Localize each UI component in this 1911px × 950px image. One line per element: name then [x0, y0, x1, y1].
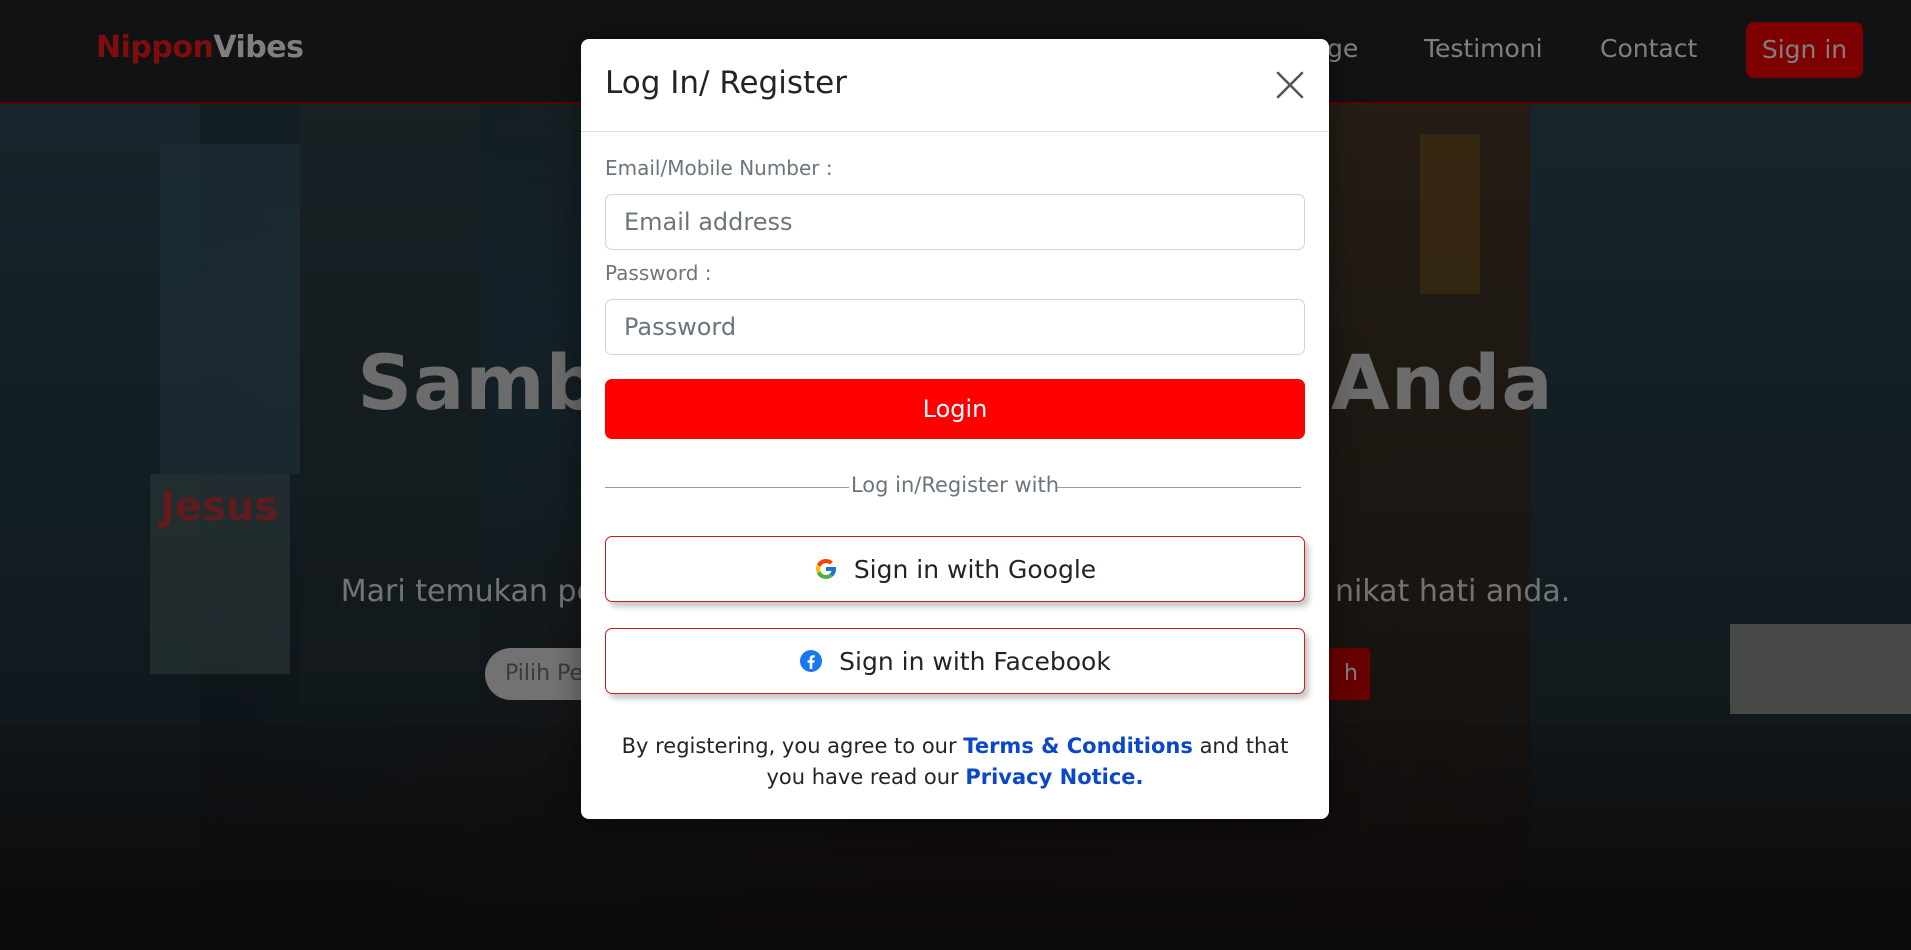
terms-text: By registering, you agree to our Terms &…: [621, 734, 1289, 789]
facebook-signin-label: Sign in with Facebook: [839, 646, 1111, 676]
google-icon: [814, 557, 838, 581]
password-field[interactable]: [605, 299, 1305, 355]
facebook-icon: [799, 649, 823, 673]
password-label: Password :: [605, 261, 712, 285]
modal-header: Log In/ Register: [581, 39, 1329, 132]
divider-text: Log in/Register with: [848, 473, 1062, 497]
privacy-link[interactable]: Privacy Notice.: [965, 765, 1143, 789]
close-icon[interactable]: [1272, 67, 1308, 103]
terms-link[interactable]: Terms & Conditions: [963, 734, 1193, 758]
login-button[interactable]: Login: [605, 379, 1305, 439]
email-label: Email/Mobile Number :: [605, 156, 833, 180]
modal-title: Log In/ Register: [605, 65, 847, 101]
google-signin-label: Sign in with Google: [853, 554, 1097, 584]
facebook-signin-button[interactable]: Sign in with Facebook: [605, 628, 1305, 694]
google-signin-button[interactable]: Sign in with Google: [605, 536, 1305, 602]
email-field[interactable]: [605, 194, 1305, 250]
divider-line-right: [1057, 487, 1301, 488]
login-modal: Log In/ Register Email/Mobile Number : P…: [581, 39, 1329, 819]
